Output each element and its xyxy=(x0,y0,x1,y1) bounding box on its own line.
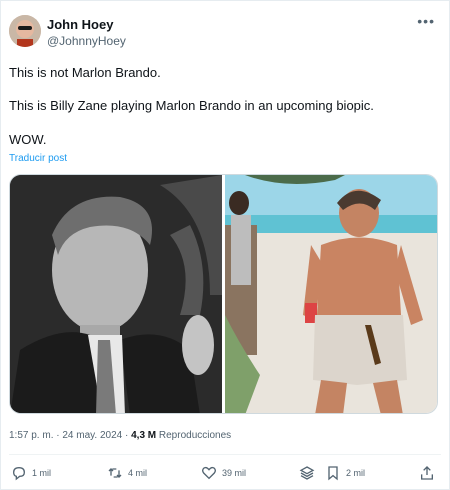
user-handle[interactable]: @JohnnyHoey xyxy=(47,34,126,48)
like-count: 39 mil xyxy=(222,468,247,478)
action-bar: 1 mil 4 mil 39 mil 2 mil xyxy=(9,465,443,485)
bookmark-button[interactable]: 2 mil xyxy=(325,465,365,481)
like-button[interactable]: 39 mil xyxy=(201,465,246,481)
reply-button[interactable]: 1 mil xyxy=(11,465,51,481)
bookmark-icon xyxy=(328,466,338,481)
views-label: Reproducciones xyxy=(156,430,232,441)
media-grid[interactable] xyxy=(9,174,438,414)
bookmark-count: 2 mil xyxy=(346,468,366,478)
like-icon xyxy=(202,466,216,480)
views-button[interactable] xyxy=(299,465,315,481)
avatar[interactable] xyxy=(9,15,41,47)
tweet-text-line2: This is Billy Zane playing Marlon Brando… xyxy=(9,98,374,113)
tweet-text-line1: This is not Marlon Brando. xyxy=(9,65,161,80)
photo-right[interactable] xyxy=(225,175,438,414)
translate-link[interactable]: Traducir post xyxy=(9,153,67,164)
tweet-meta: 1:57 p. m. · 24 may. 2024 · 4,3 M Reprod… xyxy=(9,430,231,441)
repost-count: 4 mil xyxy=(128,468,148,478)
reply-icon xyxy=(12,466,26,481)
view-count: 4,3 M xyxy=(131,430,157,441)
reply-count: 1 mil xyxy=(32,468,52,478)
repost-icon xyxy=(108,468,122,478)
timestamp[interactable]: 1:57 p. m. · 24 may. 2024 · xyxy=(9,430,131,441)
more-icon[interactable]: ••• xyxy=(417,13,435,29)
user-name[interactable]: John Hoey xyxy=(47,17,113,32)
divider xyxy=(9,454,441,455)
tweet-text-line3: WOW. xyxy=(9,132,47,147)
tweet-card: John Hoey @JohnnyHoey ••• This is not Ma… xyxy=(0,0,450,490)
share-icon xyxy=(421,466,433,480)
views-icon xyxy=(299,466,315,480)
photo-left[interactable] xyxy=(10,175,222,414)
share-button[interactable] xyxy=(419,465,435,481)
repost-button[interactable]: 4 mil xyxy=(107,465,147,481)
